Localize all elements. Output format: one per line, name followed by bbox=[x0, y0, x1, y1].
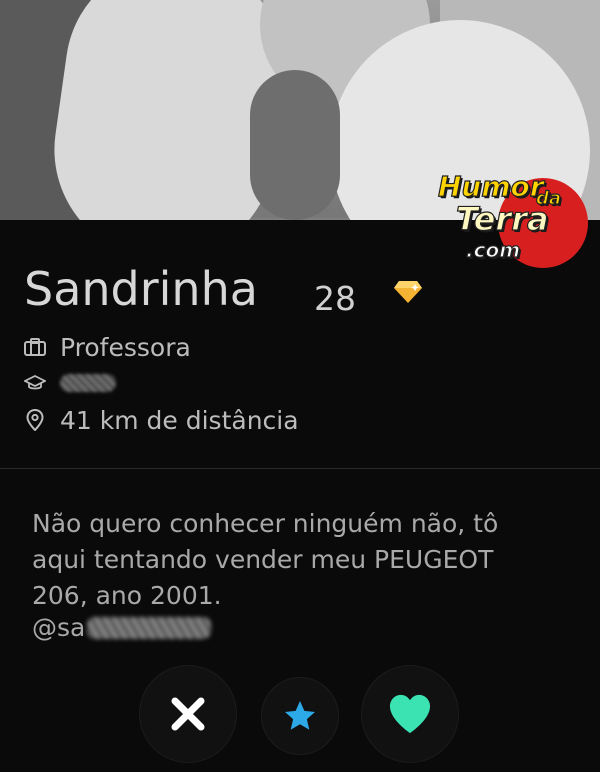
star-icon bbox=[285, 701, 315, 730]
bio-line: aqui tentando vender meu PEUGEOT bbox=[32, 545, 494, 574]
photo-figure-region bbox=[250, 70, 340, 220]
handle-redacted bbox=[87, 616, 212, 639]
nope-button[interactable] bbox=[140, 666, 236, 762]
like-button[interactable] bbox=[362, 666, 458, 762]
distance-text: 41 km de distância bbox=[60, 405, 299, 435]
bio-line: 206, ano 2001. bbox=[32, 581, 222, 610]
watermark-text: Humor bbox=[437, 169, 544, 203]
heart-icon bbox=[389, 694, 431, 734]
briefcase-icon bbox=[24, 336, 46, 358]
section-divider bbox=[0, 468, 600, 469]
super-like-button[interactable] bbox=[262, 678, 338, 754]
distance-row: 41 km de distância bbox=[24, 405, 299, 435]
handle-prefix: @sa bbox=[32, 613, 86, 642]
profile-age: 28 bbox=[314, 279, 356, 318]
school-row bbox=[24, 368, 116, 398]
school-redacted bbox=[60, 374, 116, 392]
instagram-handle: @sa bbox=[32, 613, 212, 642]
diamond-badge-icon bbox=[394, 281, 422, 303]
job-row: Professora bbox=[24, 332, 191, 362]
watermark-text: Terra bbox=[455, 199, 549, 238]
close-icon bbox=[171, 697, 205, 731]
location-pin-icon bbox=[24, 409, 46, 431]
profile-bio: Não quero conhecer ninguém não, tô aqui … bbox=[32, 506, 572, 614]
watermark-logo: Humor da Terra .com bbox=[436, 160, 588, 272]
watermark-text: .com bbox=[465, 237, 521, 262]
job-text: Professora bbox=[60, 332, 191, 362]
graduation-cap-icon bbox=[24, 372, 46, 394]
bio-line: Não quero conhecer ninguém não, tô bbox=[32, 509, 499, 538]
profile-name: Sandrinha bbox=[24, 262, 258, 316]
